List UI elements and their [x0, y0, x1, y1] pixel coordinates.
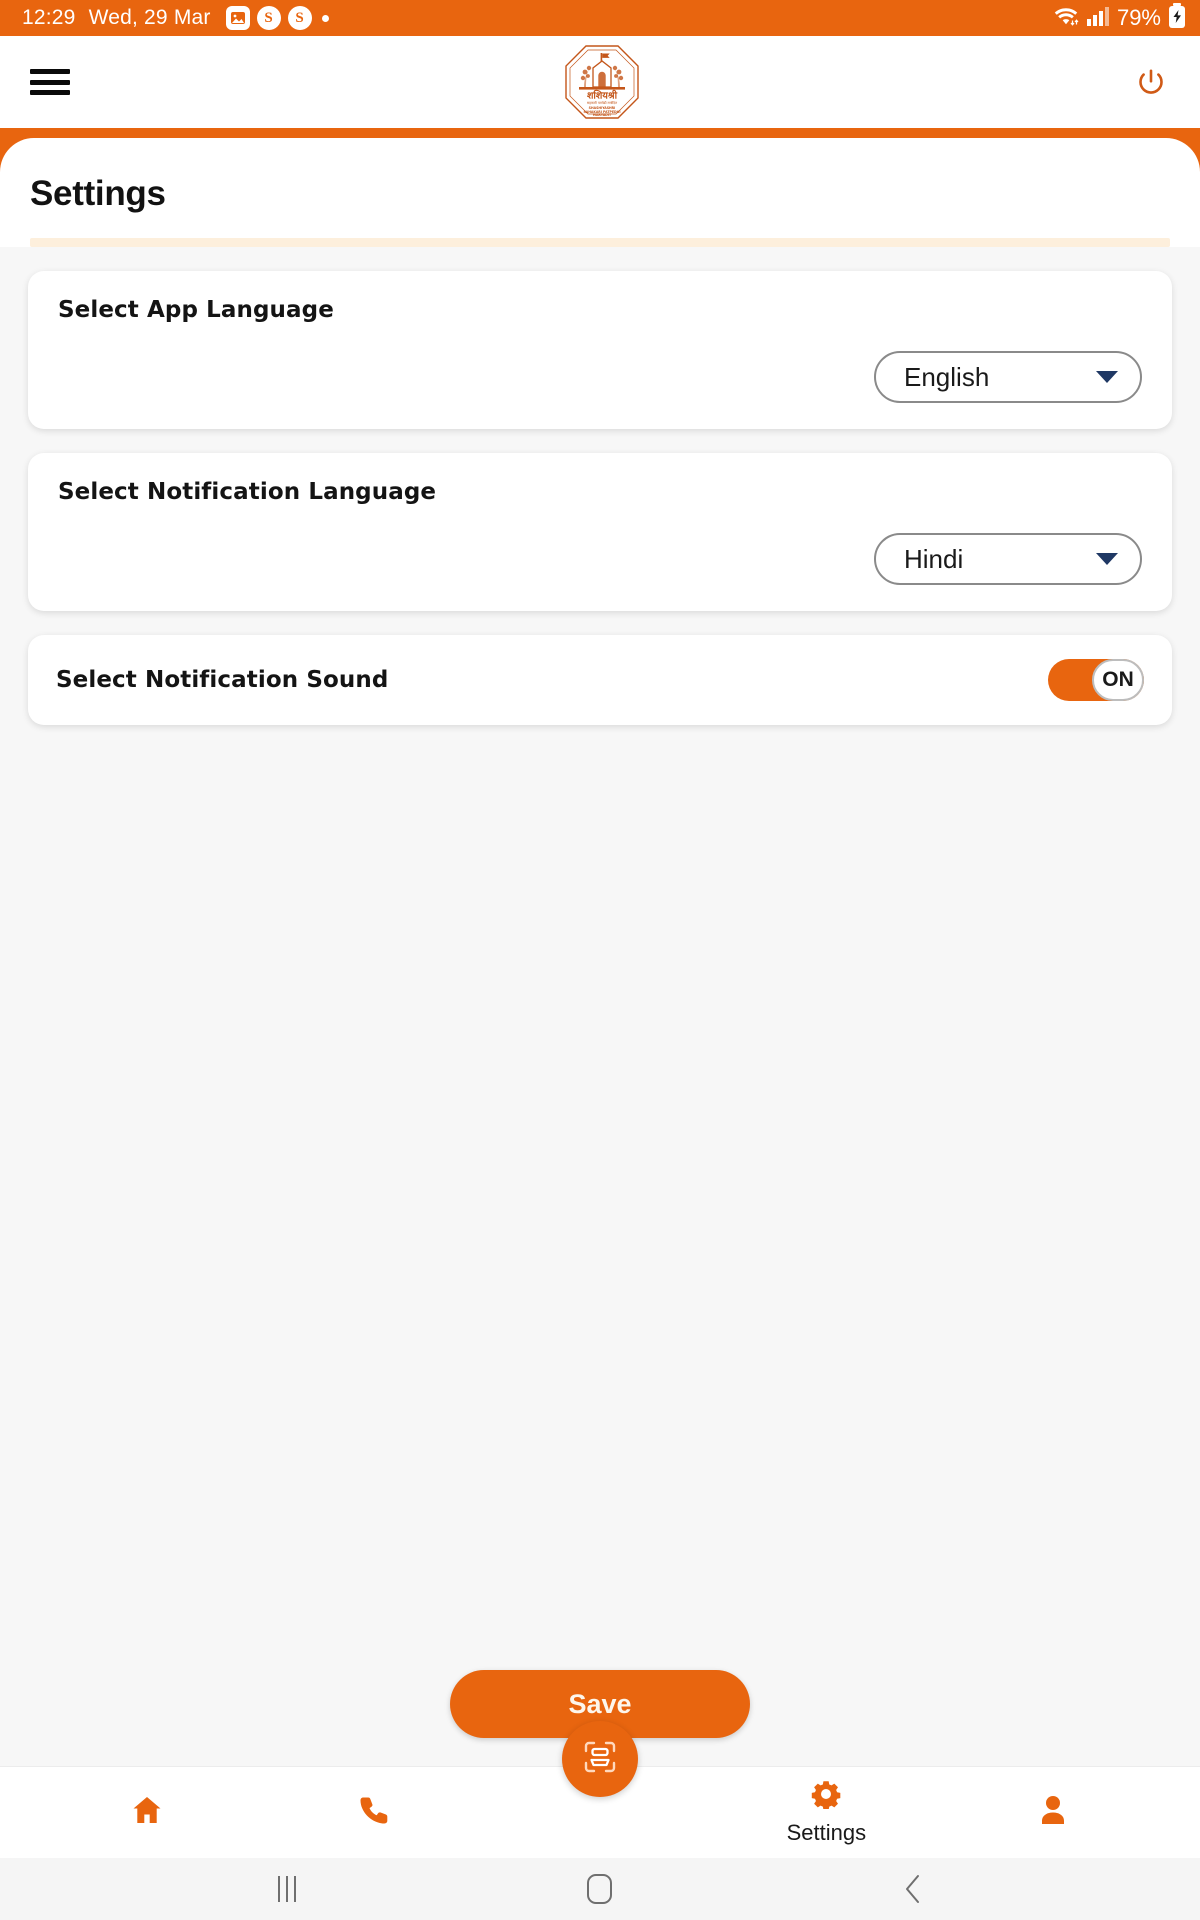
page-title: Settings: [30, 174, 166, 213]
recents-glyph: [277, 1876, 296, 1902]
status-bar-right: 79%: [1053, 2, 1186, 34]
app-language-label: Select App Language: [58, 297, 334, 323]
svg-text:MARYADIT: MARYADIT: [593, 113, 612, 117]
notification-language-dropdown[interactable]: Hindi: [874, 533, 1142, 585]
home-square-icon[interactable]: [555, 1864, 645, 1914]
android-system-navigation: [0, 1858, 1200, 1920]
bottom-navigation-bar: Settings: [0, 1721, 1200, 1858]
svg-text:सहकारी पतपेढी मर्यादित: सहकारी पतपेढी मर्यादित: [587, 100, 617, 105]
svg-text:शशियश्री: शशियश्री: [587, 90, 618, 102]
home-icon: [130, 1793, 164, 1832]
notification-language-value: Hindi: [904, 543, 964, 574]
chevron-down-icon: [1096, 553, 1118, 565]
battery-charging-icon: [1168, 2, 1186, 34]
phone-icon: [358, 1794, 390, 1831]
hamburger-bar: [30, 90, 70, 95]
app-root: 12:29 Wed, 29 Mar S S 79% शशियश्री सहकार…: [0, 0, 1200, 1920]
notification-dot-icon: [321, 14, 329, 22]
skype-badge-icon: S: [256, 6, 281, 30]
nav-item-settings-label: Settings: [786, 1820, 867, 1845]
back-chevron-icon[interactable]: [868, 1864, 958, 1914]
recents-bar: [293, 1876, 296, 1902]
shashiyashri-sahakari-patpedhi-logo: शशियश्री सहकारी पतपेढी मर्यादित SHASHIYA…: [562, 42, 642, 122]
settings-content: Select App Language English Select Notif…: [0, 247, 1200, 1766]
nav-item-profile[interactable]: [983, 1794, 1123, 1831]
status-date: Wed, 29 Mar: [88, 6, 211, 29]
notification-language-label: Select Notification Language: [58, 479, 437, 505]
scan-document-icon: [579, 1736, 621, 1783]
wifi-icon: [1053, 5, 1079, 32]
gear-icon: [811, 1779, 841, 1814]
notification-language-card: Select Notification Language Hindi: [28, 453, 1172, 611]
notification-language-dropdown-row: Hindi: [58, 533, 1142, 585]
scan-fab-button[interactable]: [562, 1721, 638, 1797]
app-language-card: Select App Language English: [28, 271, 1172, 429]
chevron-down-icon: [1096, 371, 1118, 383]
home-glyph: [587, 1874, 613, 1904]
nav-item-call[interactable]: [304, 1794, 444, 1831]
status-notification-icons: S S: [225, 6, 329, 30]
status-time: 12:29: [22, 6, 76, 29]
nav-item-settings[interactable]: Settings: [756, 1779, 896, 1846]
orange-backdrop: Settings Select App Language English Sel…: [0, 128, 1200, 1858]
image-icon: [225, 6, 250, 30]
recents-bar: [285, 1876, 288, 1902]
app-language-value: English: [904, 361, 990, 392]
cellular-signal-icon: [1086, 5, 1110, 32]
recents-bar: [277, 1876, 280, 1902]
app-language-dropdown-row: English: [58, 351, 1142, 403]
hamburger-menu-icon[interactable]: [30, 65, 74, 99]
status-bar-left: 12:29 Wed, 29 Mar S S: [22, 6, 329, 30]
recents-icon[interactable]: [242, 1864, 332, 1914]
nav-item-home[interactable]: [77, 1793, 217, 1832]
notification-sound-card: Select Notification Sound ON: [28, 635, 1172, 725]
power-logout-icon[interactable]: [1130, 61, 1172, 103]
hamburger-bar: [30, 79, 70, 85]
profile-person-icon: [1038, 1794, 1068, 1831]
app-header: शशियश्री सहकारी पतपेढी मर्यादित SHASHIYA…: [0, 36, 1200, 128]
status-bar: 12:29 Wed, 29 Mar S S 79%: [0, 0, 1200, 36]
notification-sound-label: Select Notification Sound: [56, 667, 389, 693]
notification-sound-toggle[interactable]: ON: [1048, 659, 1144, 701]
app-language-dropdown[interactable]: English: [874, 351, 1142, 403]
title-divider: [30, 238, 1170, 247]
content-sheet: Settings Select App Language English Sel…: [0, 138, 1200, 1858]
skype-badge-icon: S: [287, 6, 312, 30]
battery-percent-label: 79%: [1116, 5, 1161, 30]
hamburger-bar: [30, 69, 70, 74]
toggle-knob: ON: [1092, 659, 1144, 701]
